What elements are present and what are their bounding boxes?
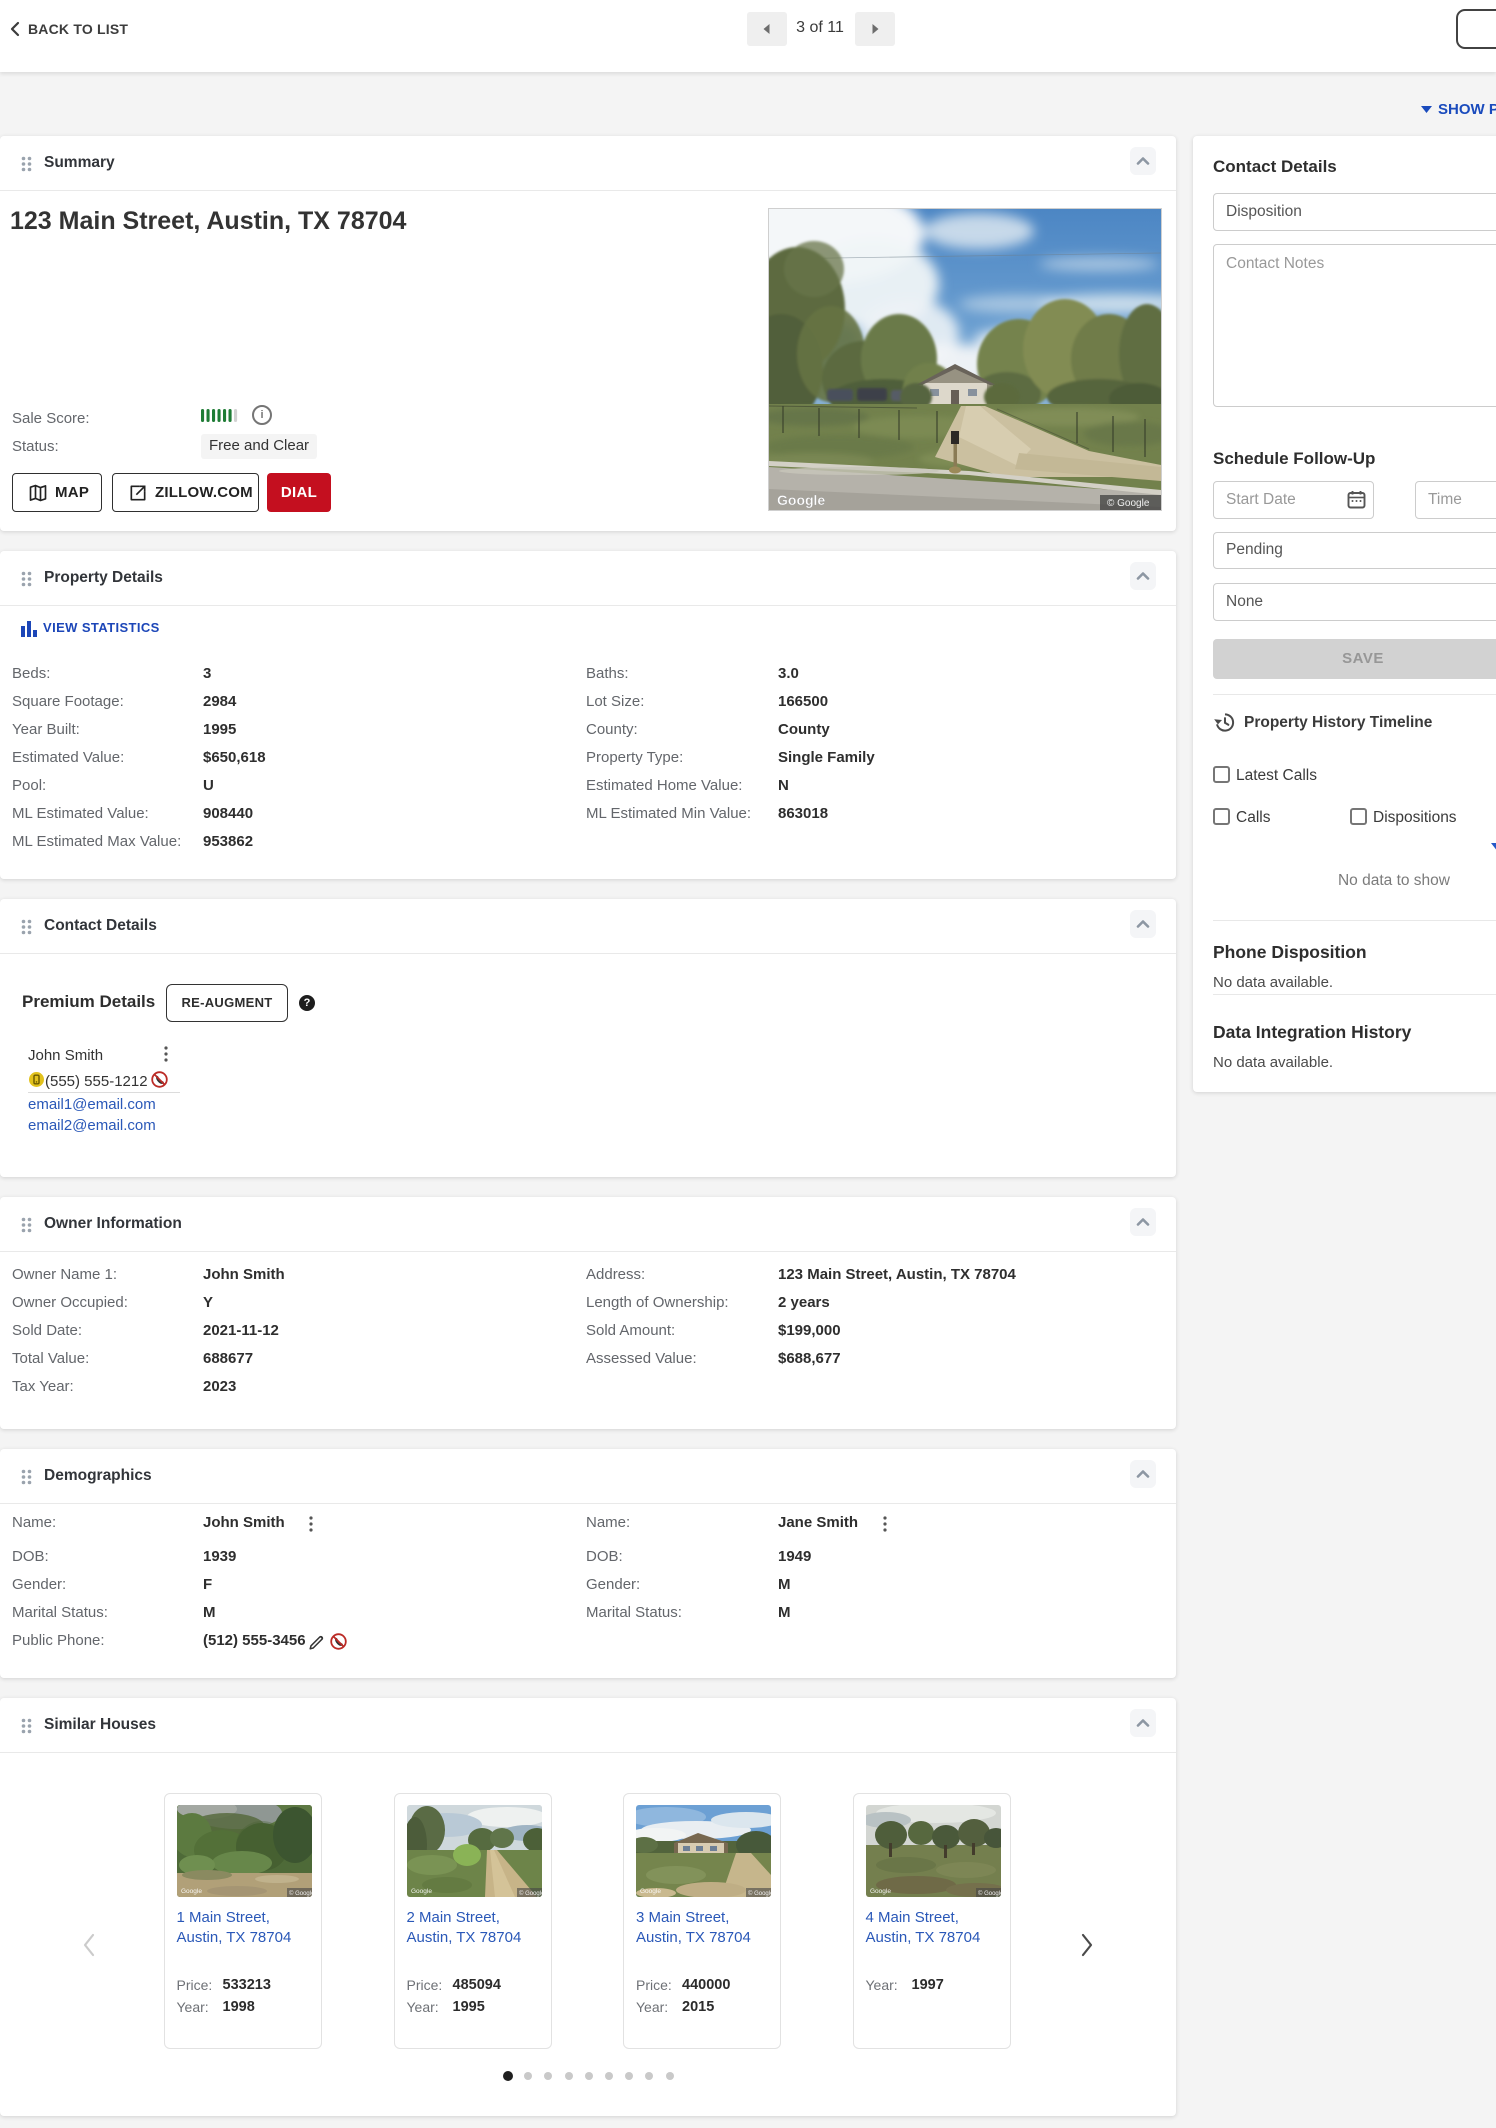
svg-text:Google: Google <box>870 1888 891 1895</box>
svg-text:Google: Google <box>777 492 825 508</box>
svg-text:© Google: © Google <box>519 1890 542 1897</box>
svg-text:Google: Google <box>640 1888 661 1895</box>
svg-text:Google: Google <box>411 1888 432 1895</box>
svg-text:© Google: © Google <box>978 1890 1001 1897</box>
svg-text:© Google: © Google <box>1107 498 1150 509</box>
svg-text:© Google: © Google <box>748 1890 771 1897</box>
svg-text:Google: Google <box>181 1888 202 1895</box>
svg-text:© Google: © Google <box>289 1890 312 1897</box>
